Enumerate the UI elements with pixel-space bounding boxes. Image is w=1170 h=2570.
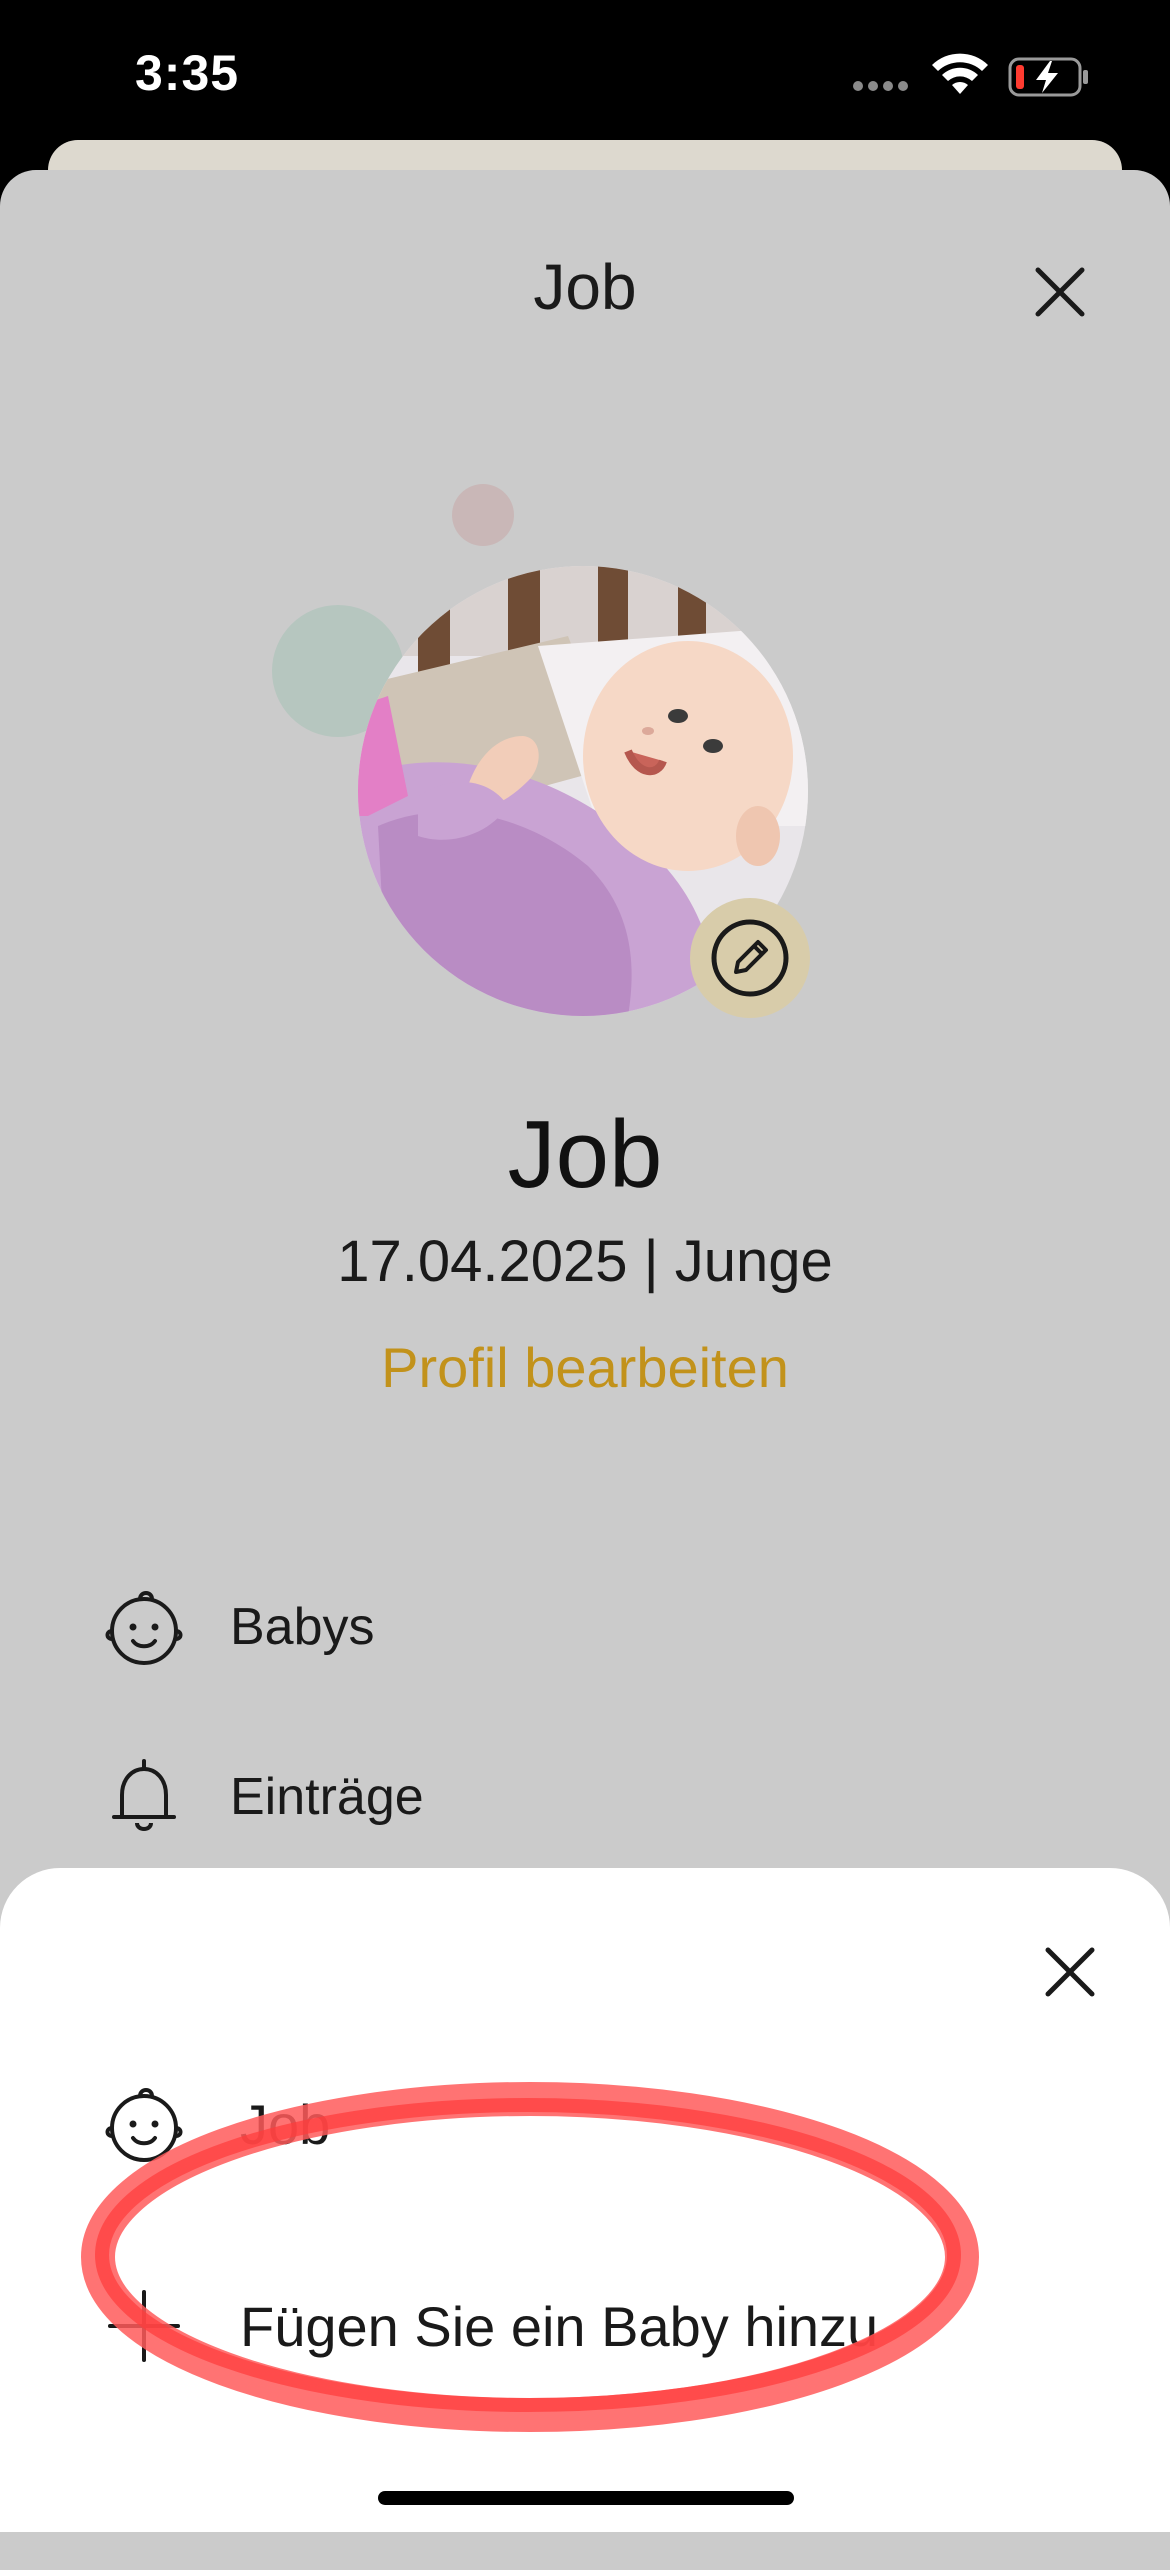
close-icon[interactable] (1030, 262, 1090, 322)
menu-item-label: Einträge (230, 1768, 424, 1826)
status-bar: 3:35 (0, 0, 1170, 150)
close-icon[interactable] (1040, 1942, 1100, 2002)
add-baby-label: Fügen Sie ein Baby hinzu (240, 2294, 879, 2358)
baby-switcher-sheet (0, 1868, 1170, 2532)
baby-list-item[interactable]: Job (104, 2074, 330, 2174)
plus-icon (108, 2290, 180, 2362)
pencil-icon[interactable] (690, 898, 810, 1018)
menu-item-label: Babys (230, 1598, 375, 1656)
signal-dots-icon (853, 78, 913, 92)
status-time: 3:35 (135, 45, 240, 101)
edit-profile-link[interactable]: Profil bearbeiten (0, 1335, 1170, 1400)
profile-meta: 17.04.2025 | Junge (337, 1229, 833, 1294)
wifi-icon (932, 53, 988, 94)
baby-list-label: Job (240, 2092, 331, 2156)
decorative-bubble (452, 484, 514, 546)
modal-title: Job (533, 251, 637, 323)
baby-face-icon (105, 2088, 183, 2162)
baby-face-icon (105, 1591, 183, 1665)
menu-item-babys[interactable]: Babys (104, 1582, 375, 1672)
profile-name: Job (507, 1101, 663, 1208)
battery-charging-icon (1008, 57, 1088, 97)
menu-item-eintraege[interactable]: Einträge (104, 1752, 424, 1842)
bell-icon (112, 1759, 176, 1831)
add-baby-button[interactable]: Fügen Sie ein Baby hinzu (104, 2276, 878, 2376)
home-indicator (378, 2491, 794, 2505)
